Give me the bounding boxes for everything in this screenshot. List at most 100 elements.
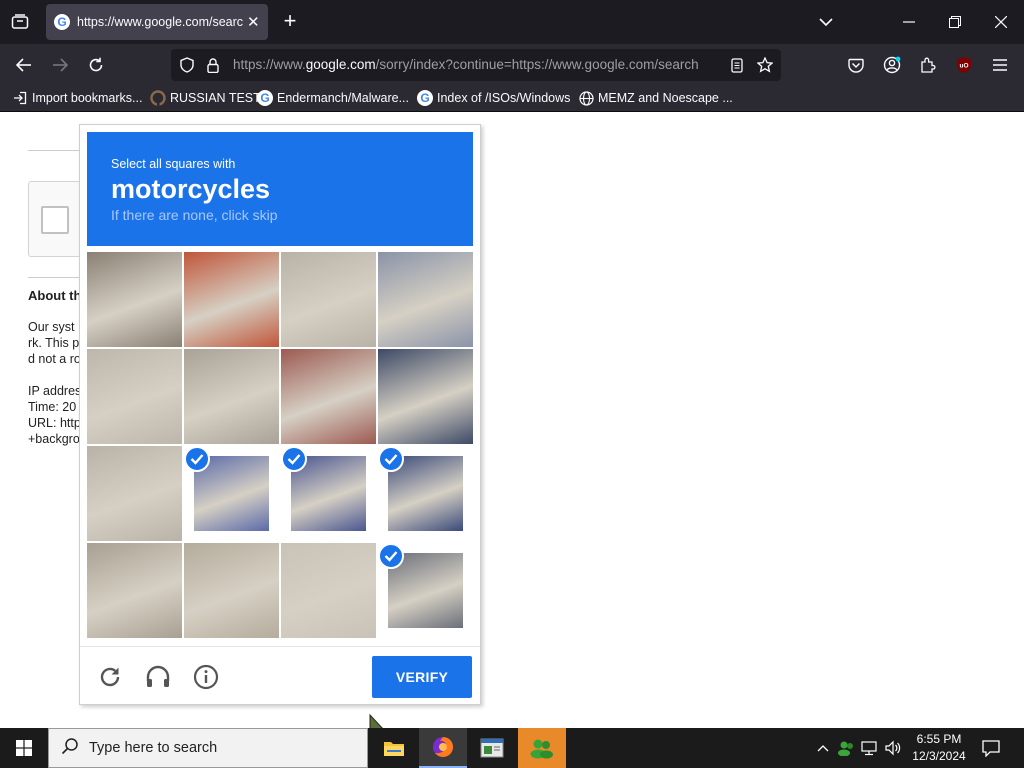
tab-title: https://www.google.com/search: [77, 15, 243, 29]
bookmark-endermanch[interactable]: G Endermanch/Malware...: [257, 90, 409, 106]
captcha-tile[interactable]: [378, 252, 473, 347]
bookmark-import[interactable]: Import bookmarks...: [12, 90, 142, 106]
captcha-challenge: Select all squares with motorcycles If t…: [79, 124, 481, 705]
notification-icon[interactable]: [978, 736, 1004, 760]
back-icon[interactable]: [12, 53, 36, 77]
network-icon[interactable]: [860, 738, 880, 758]
restore-icon[interactable]: [943, 10, 967, 34]
target-object: motorcycles: [111, 174, 271, 204]
tile-image: [87, 446, 182, 541]
tab-strip: G https://www.google.com/search ✕ +: [0, 0, 1024, 44]
system-clock[interactable]: 6:55 PM 12/3/2024: [905, 731, 973, 765]
reader-view-icon[interactable]: [727, 55, 747, 75]
body-text-line: Our syst: [28, 320, 75, 334]
captcha-tile[interactable]: [378, 446, 473, 541]
verify-button[interactable]: VERIFY: [372, 656, 472, 698]
tile-image: [87, 349, 182, 444]
tile-image: [184, 349, 279, 444]
volume-icon[interactable]: [883, 738, 903, 758]
url-text[interactable]: https://www.google.com/sorry/index?conti…: [233, 57, 715, 72]
time-line: Time: 20: [28, 400, 77, 414]
tile-image: [378, 349, 473, 444]
import-icon: [12, 90, 28, 106]
new-tab-button[interactable]: +: [280, 10, 300, 32]
captcha-tile[interactable]: [378, 349, 473, 444]
clock-date: 12/3/2024: [912, 749, 966, 763]
tab-list-icon[interactable]: [8, 10, 32, 34]
captcha-tile[interactable]: [87, 252, 182, 347]
captcha-tile[interactable]: [87, 349, 182, 444]
google-icon: G: [257, 90, 273, 106]
captcha-tile[interactable]: [184, 349, 279, 444]
captcha-tile[interactable]: [281, 349, 376, 444]
bookmark-star-icon[interactable]: [755, 55, 775, 75]
tile-image: [378, 252, 473, 347]
bookmark-memz[interactable]: MEMZ and Noescape ...: [578, 90, 733, 106]
reload-icon[interactable]: [84, 53, 108, 77]
app-window-icon[interactable]: [468, 728, 516, 768]
captcha-tile[interactable]: [87, 446, 182, 541]
tile-image: [281, 543, 376, 638]
close-tab-icon[interactable]: ✕: [247, 15, 260, 30]
chevron-up-icon[interactable]: [813, 738, 833, 758]
forward-icon[interactable]: [48, 53, 72, 77]
ublock-icon[interactable]: uO: [952, 53, 976, 77]
url-line[interactable]: URL: http: [28, 416, 81, 430]
bookmark-russian-test[interactable]: RUSSIAN TEST: [150, 90, 261, 106]
tile-image: [281, 349, 376, 444]
bookmarks-toolbar: Import bookmarks... RUSSIAN TEST G Ender…: [0, 86, 1024, 112]
tile-image: [281, 252, 376, 347]
google-icon: G: [54, 14, 70, 30]
tile-image: [184, 543, 279, 638]
windows-start-icon[interactable]: [0, 728, 48, 768]
taskbar-search[interactable]: Type here to search: [48, 728, 368, 768]
close-window-icon[interactable]: [989, 10, 1013, 34]
bookmark-label: Endermanch/Malware...: [277, 91, 410, 105]
challenge-footer: VERIFY: [80, 646, 480, 704]
site-icon: [150, 90, 166, 106]
search-icon: [61, 737, 79, 760]
tile-image: [87, 252, 182, 347]
captcha-tile[interactable]: [378, 543, 473, 638]
tray-people-icon[interactable]: [836, 738, 856, 758]
skip-hint: If there are none, click skip: [111, 207, 278, 223]
captcha-tile[interactable]: [184, 446, 279, 541]
list-all-tabs-icon[interactable]: [814, 10, 838, 34]
minimize-icon[interactable]: [897, 10, 921, 34]
captcha-tile[interactable]: [281, 446, 376, 541]
body-text-line: d not a ro: [28, 352, 81, 366]
extensions-icon[interactable]: [916, 53, 940, 77]
bookmark-isos[interactable]: G Index of /ISOs/Windows: [417, 90, 570, 106]
recaptcha-checkbox[interactable]: [41, 206, 69, 234]
page-content: About th Our syst rk. This p d not a ro …: [0, 113, 1024, 742]
captcha-tile[interactable]: [281, 543, 376, 638]
firefox-icon[interactable]: [419, 728, 467, 768]
shield-icon[interactable]: [177, 55, 197, 75]
pocket-icon[interactable]: [844, 53, 868, 77]
background-line: +backgro: [28, 432, 80, 446]
hamburger-menu-icon[interactable]: [988, 53, 1012, 77]
taskbar: Type here to search 6:55 PM 12/3/2024: [0, 728, 1024, 768]
audio-icon[interactable]: [144, 663, 172, 691]
address-bar[interactable]: https://www.google.com/sorry/index?conti…: [171, 49, 781, 81]
search-placeholder: Type here to search: [89, 740, 218, 756]
file-explorer-icon[interactable]: [370, 728, 418, 768]
check-icon: [378, 446, 404, 472]
instruction-text: Select all squares with: [111, 157, 236, 171]
captcha-tile[interactable]: [281, 252, 376, 347]
about-heading: About th: [28, 288, 82, 303]
browser-tab[interactable]: G https://www.google.com/search ✕: [46, 4, 268, 40]
reload-icon[interactable]: [96, 663, 124, 691]
info-icon[interactable]: [192, 663, 220, 691]
lock-icon[interactable]: [203, 55, 223, 75]
check-icon: [184, 446, 210, 472]
bookmark-label: RUSSIAN TEST: [170, 91, 261, 105]
captcha-tile[interactable]: [184, 252, 279, 347]
captcha-tile[interactable]: [184, 543, 279, 638]
account-icon[interactable]: [880, 53, 904, 77]
tile-image: [87, 543, 182, 638]
google-icon: G: [417, 90, 433, 106]
captcha-tile[interactable]: [87, 543, 182, 638]
image-grid: [87, 252, 473, 638]
people-app-icon[interactable]: [518, 728, 566, 768]
